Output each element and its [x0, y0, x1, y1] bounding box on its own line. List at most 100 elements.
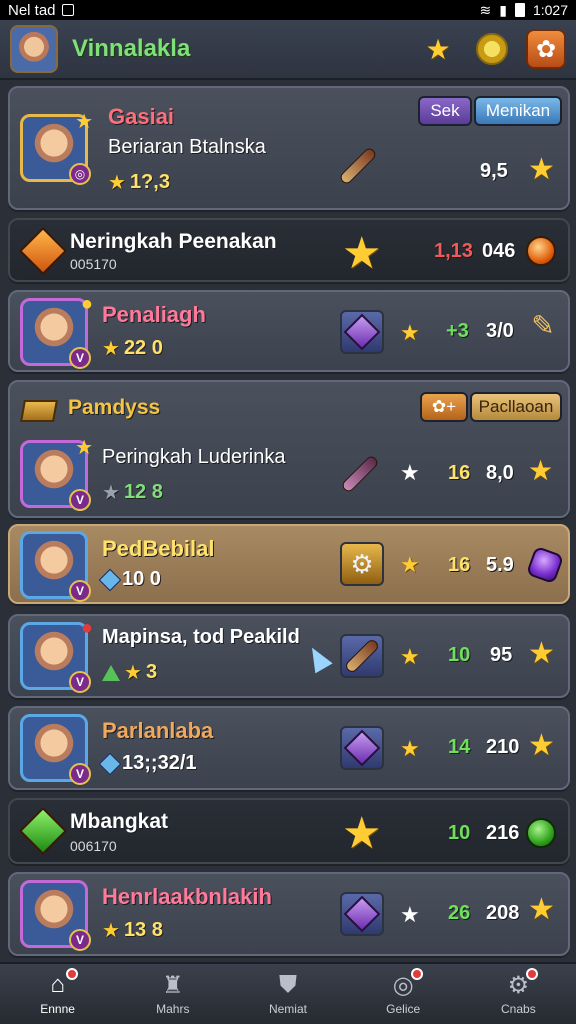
list-item[interactable]: ★ ◎ Gasiai Beriaran Btalnska ★ 1?,3 Sek …	[8, 86, 570, 210]
notification-dot	[526, 968, 539, 980]
star-icon: ★	[528, 637, 555, 670]
item-value-b: 216	[486, 822, 520, 844]
avatar: ● V	[20, 617, 93, 693]
tag-icon	[20, 400, 58, 422]
notification-dot	[65, 968, 78, 980]
avatar: V	[20, 714, 91, 785]
green-triangle-icon	[102, 664, 120, 681]
menikan-button[interactable]: Menikan	[474, 96, 562, 126]
level-badge: V	[69, 489, 91, 511]
sword-crate-icon	[340, 634, 384, 678]
clock-label: 1:027	[532, 2, 568, 18]
item-value-a: +3	[446, 320, 469, 342]
list-item[interactable]: V Henrlaakbnlakih ★ 13 8 ★ 26 208 ★	[8, 872, 570, 956]
item-value-a: 10	[448, 822, 471, 844]
item-value-b: 210	[486, 736, 520, 758]
star-icon: ★	[528, 893, 555, 926]
item-sword-icon	[338, 452, 382, 496]
player-avatar[interactable]	[10, 25, 58, 73]
list-item[interactable]: Neringkah Peenakan 005170 ★ 1,13 046	[8, 218, 570, 282]
list-item[interactable]: V PedBebilal 10 0 ⚙ ★ 16 5.9	[8, 524, 570, 604]
item-value-a: 16	[448, 554, 471, 576]
nav-home[interactable]: ⌂ Ennne	[8, 966, 108, 1022]
star-icon: ★	[342, 229, 382, 278]
header-actions: ★ ✿	[418, 29, 566, 69]
purple-gem-crate-icon	[340, 726, 384, 770]
avatar: ★ V	[20, 437, 93, 511]
item-subtitle: Peringkah Luderinka	[102, 446, 286, 468]
item-subtitle: Beriaran Btalnska	[108, 136, 266, 158]
level-badge: V	[69, 671, 91, 693]
status-bar: Nel tad ≋ ▮ 1:027	[0, 0, 576, 20]
level-badge: V	[69, 929, 91, 951]
wifi-icon: ≋	[479, 1, 492, 18]
item-title: Neringkah Peenakan	[70, 230, 277, 253]
avatar: ★ ◎	[20, 111, 93, 185]
flower-action-button[interactable]: ✿+	[420, 392, 468, 422]
rank-value: 13;;32/1	[98, 752, 197, 775]
gem-icon	[98, 752, 122, 775]
sek-button[interactable]: Sek	[418, 96, 472, 126]
star-icon: ★	[102, 482, 120, 504]
shield-icon: ⛊	[278, 971, 297, 998]
avatar: V	[20, 531, 91, 602]
purple-gem-icon	[525, 545, 565, 585]
item-name: Henrlaakbnlakih	[102, 884, 272, 909]
nav-cnabs[interactable]: ⚙ Cnabs	[468, 966, 568, 1022]
list-item[interactable]: V Parlanlaba 13;;32/1 ★ 14 210 ★	[8, 706, 570, 790]
settings-gear-icon[interactable]: ✿	[526, 29, 566, 69]
nav-label: Ennne	[40, 1002, 75, 1016]
nav-gelice[interactable]: ◎ Gelice	[353, 966, 453, 1022]
rank-value: ★ 22 0	[102, 337, 163, 360]
rank-value: 10 0	[98, 568, 161, 591]
star-icon: ★	[528, 729, 555, 762]
orange-block-icon	[18, 226, 68, 276]
carrier-label: Nel tad	[8, 1, 56, 19]
item-name: Pamdyss	[68, 396, 161, 419]
nav-nemiat[interactable]: ⛊ Nemiat	[238, 966, 338, 1022]
item-title: Mbangkat	[70, 810, 169, 833]
star-icon: ★	[75, 111, 93, 133]
orange-orb-icon	[526, 236, 556, 266]
nav-label: Cnabs	[501, 1002, 536, 1016]
coin-icon[interactable]	[476, 33, 508, 65]
star-icon: ★	[400, 902, 420, 927]
item-value-b: 3/0	[486, 320, 514, 342]
list-item[interactable]: ● V Mapinsa, tod Peakild ★ 3 ★ 10 95 ★	[8, 614, 570, 698]
item-value-b: 5.9	[486, 554, 514, 576]
item-small: 005170	[70, 256, 117, 272]
star-icon: ★	[400, 552, 420, 577]
purple-crate-icon	[340, 310, 384, 354]
nav-label: Nemiat	[268, 1002, 307, 1016]
avatar: ● V	[20, 293, 93, 369]
item-value-a: 26	[448, 902, 471, 924]
pacllaoan-button[interactable]: Pacllaoan	[470, 392, 562, 422]
star-icon: ★	[342, 809, 382, 858]
star-icon: ★	[400, 644, 420, 669]
star-icon: ★	[124, 662, 142, 684]
item-value-a: 10	[448, 644, 471, 666]
star-icon: ●	[80, 293, 93, 315]
nav-label: Gelice	[386, 1002, 421, 1016]
star-icon: ★	[400, 320, 420, 345]
level-badge: V	[69, 347, 91, 369]
nav-mahrs[interactable]: ♜ Mahrs	[123, 966, 223, 1022]
star-icon: ★	[102, 338, 120, 360]
rank-value: ★ 3	[102, 660, 157, 685]
list-item[interactable]: Pamdyss ✿+ Pacllaoan ★ V Peringkah Luder…	[8, 380, 570, 518]
notification-icon	[61, 4, 74, 16]
item-name: Mapinsa, tod Peakild	[102, 626, 300, 648]
gem-icon	[98, 568, 122, 591]
favorites-star-icon[interactable]: ★	[418, 29, 458, 69]
rank-value: ★ 12 8	[102, 481, 163, 504]
item-value-b: 046	[482, 240, 516, 262]
item-name: Penaliagh	[102, 302, 206, 327]
page-title: Vinnalakla	[72, 35, 191, 62]
star-icon: ★	[528, 455, 554, 486]
green-block-icon	[18, 806, 68, 856]
battery-icon	[514, 3, 525, 17]
star-icon: ★	[400, 736, 420, 761]
item-name: PedBebilal	[102, 536, 215, 561]
list-item[interactable]: Mbangkat 006170 ★ 10 216	[8, 798, 570, 864]
list-item[interactable]: ● V Penaliagh ★ 22 0 ★ +3 3/0 ✎	[8, 290, 570, 372]
